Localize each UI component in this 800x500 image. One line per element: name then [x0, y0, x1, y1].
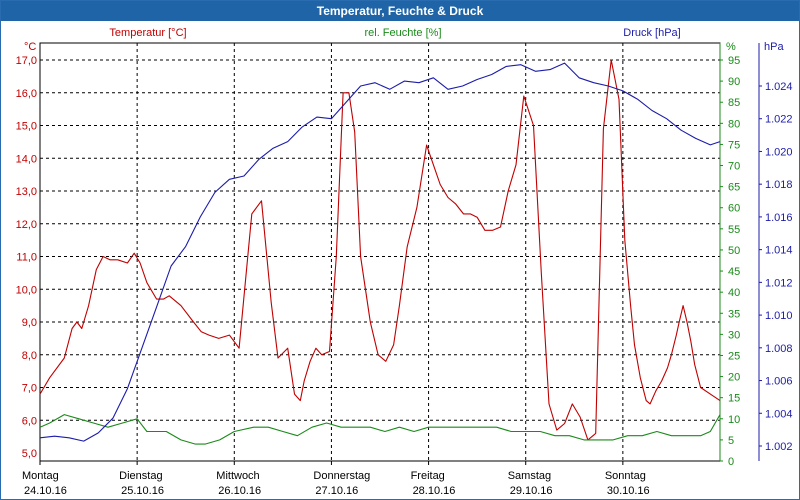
humidity-tick-label: 25: [728, 350, 740, 362]
day-name-label: Dienstag: [119, 470, 162, 482]
day-name-label: Samstag: [508, 470, 551, 482]
temperature-unit-label: °C: [24, 41, 36, 53]
temperature-tick-label: 6,0: [22, 415, 37, 427]
pressure-tick-label: 1.004: [765, 408, 793, 420]
legend-pressure: Druck [hPa]: [623, 27, 680, 39]
pressure-tick-label: 1.010: [765, 310, 793, 322]
pressure-unit-label: hPa: [764, 41, 784, 53]
temperature-tick-label: 12,0: [16, 219, 37, 231]
humidity-tick-label: 15: [728, 393, 740, 405]
humidity-tick-label: 65: [728, 182, 740, 194]
temperature-line: [39, 59, 721, 441]
humidity-tick-label: 30: [728, 329, 740, 341]
day-name-label: Freitag: [411, 470, 445, 482]
humidity-tick-label: 55: [728, 224, 740, 236]
humidity-tick-label: 40: [728, 287, 740, 299]
temperature-tick-label: 10,0: [16, 284, 37, 296]
pressure-tick-label: 1.024: [765, 81, 793, 93]
humidity-tick-label: 70: [728, 161, 740, 173]
temperature-tick-label: 7,0: [22, 383, 37, 395]
legend-temperature: Temperatur [°C]: [109, 27, 186, 39]
pressure-tick-label: 1.008: [765, 343, 793, 355]
pressure-tick-label: 1.014: [765, 245, 793, 257]
temperature-tick-label: 9,0: [22, 317, 37, 329]
humidity-tick-label: 50: [728, 245, 740, 257]
temperature-tick-label: 5,0: [22, 448, 37, 460]
day-name-label: Mittwoch: [216, 470, 259, 482]
humidity-tick-label: 0: [728, 456, 734, 468]
humidity-tick-label: 60: [728, 203, 740, 215]
day-name-label: Montag: [22, 470, 59, 482]
day-name-label: Donnerstag: [313, 470, 370, 482]
day-date-label: 26.10.16: [218, 485, 261, 497]
day-date-label: 30.10.16: [607, 485, 650, 497]
temperature-tick-label: 15,0: [16, 121, 37, 133]
humidity-tick-label: 80: [728, 118, 740, 130]
day-date-label: 29.10.16: [510, 485, 553, 497]
temperature-tick-label: 16,0: [16, 88, 37, 100]
temperature-tick-label: 11,0: [16, 252, 37, 264]
day-date-label: 24.10.16: [24, 485, 67, 497]
pressure-tick-label: 1.012: [765, 277, 793, 289]
humidity-tick-label: 5: [728, 435, 734, 447]
humidity-tick-label: 20: [728, 372, 740, 384]
temperature-tick-label: 13,0: [16, 186, 37, 198]
humidity-tick-label: 45: [728, 266, 740, 278]
day-date-label: 27.10.16: [315, 485, 358, 497]
pressure-line: [39, 62, 721, 442]
humidity-tick-label: 90: [728, 76, 740, 88]
temperature-tick-label: 17,0: [16, 55, 37, 67]
temperature-tick-label: 8,0: [22, 350, 37, 362]
humidity-tick-label: 75: [728, 139, 740, 151]
pressure-tick-label: 1.018: [765, 179, 793, 191]
temperature-tick-label: 14,0: [16, 153, 37, 165]
series-layer: [39, 59, 721, 445]
humidity-line: [39, 414, 721, 445]
grid: [39, 42, 721, 462]
humidity-tick-label: 85: [728, 97, 740, 109]
humidity-unit-label: %: [726, 41, 736, 53]
weather-chart: 5,0 6,0 7,0 8,0 9,0 10,0 11,0 12,0 13,0 14,0 15,0 1…: [16, 27, 793, 497]
day-date-label: 25.10.16: [121, 485, 164, 497]
pressure-tick-label: 1.002: [765, 441, 793, 453]
pressure-tick-label: 1.020: [765, 146, 793, 158]
humidity-tick-label: 95: [728, 55, 740, 67]
day-name-label: Sonntag: [605, 470, 646, 482]
day-date-label: 28.10.16: [413, 485, 456, 497]
plot-frame: [39, 42, 721, 462]
humidity-tick-label: 35: [728, 308, 740, 320]
pressure-tick-label: 1.006: [765, 376, 793, 388]
legend-humidity: rel. Feuchte [%]: [364, 27, 441, 39]
pressure-tick-label: 1.016: [765, 212, 793, 224]
pressure-tick-label: 1.022: [765, 114, 793, 126]
humidity-tick-label: 10: [728, 414, 740, 426]
